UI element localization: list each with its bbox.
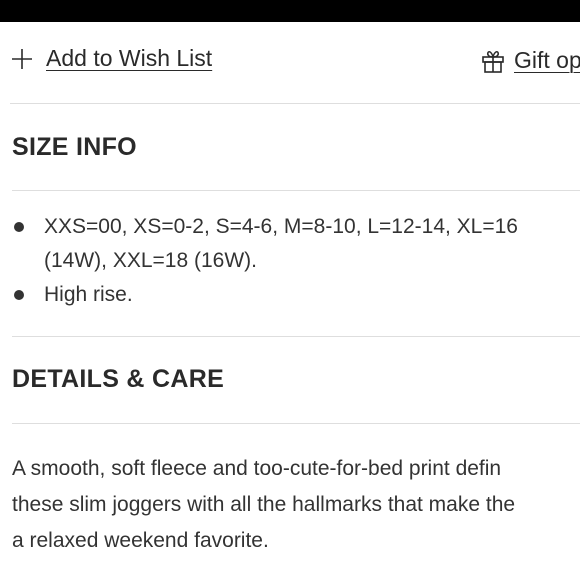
rise-text: High rise. (44, 283, 133, 306)
gift-icon (482, 50, 504, 73)
product-description: A smooth, soft fleece and too-cute-for-b… (12, 457, 516, 552)
wishlist-label: Add to Wish List (46, 45, 213, 71)
list-item: XXS=00, XS=0-2, S=4-6, M=8-10, L=12-14, … (12, 210, 580, 278)
details-care-divider (12, 423, 580, 424)
add-to-wishlist-button[interactable]: Add to Wish List (10, 45, 212, 72)
size-info-list: XXS=00, XS=0-2, S=4-6, M=8-10, L=12-14, … (12, 210, 580, 312)
gift-options-button[interactable]: Gift op (480, 47, 580, 74)
product-info-page: Add to Wish List Gift op SIZE INFO XXS=0… (0, 0, 580, 580)
list-item: High rise. (12, 278, 580, 312)
top-bar (0, 0, 580, 22)
section-divider (12, 336, 580, 337)
size-info-title: SIZE INFO (12, 133, 137, 161)
gift-options-label: Gift op (514, 47, 580, 73)
size-chart-text: XXS=00, XS=0-2, S=4-6, M=8-10, L=12-14, … (44, 215, 518, 272)
actions-row: Add to Wish List Gift op (10, 22, 580, 104)
bullet-dot (14, 290, 24, 300)
bullet-dot (14, 222, 24, 232)
details-care-title: DETAILS & CARE (12, 365, 225, 393)
plus-icon (12, 48, 32, 69)
size-info-divider (12, 190, 580, 191)
